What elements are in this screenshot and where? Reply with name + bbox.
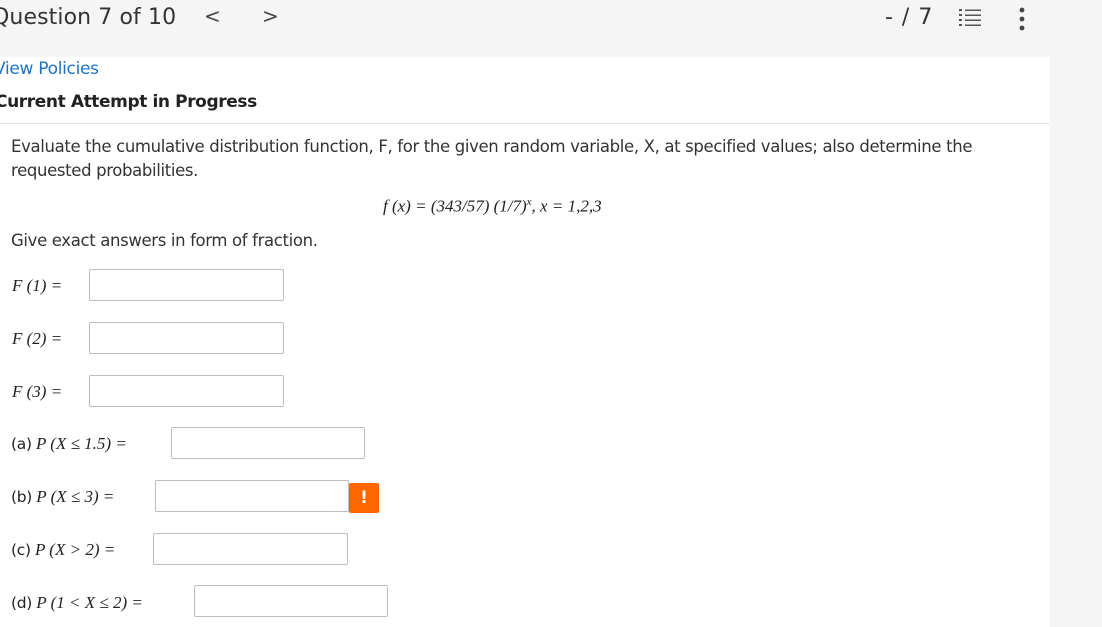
part-label: (d) [11,594,33,612]
answer-expression: P (X > 2) = [34,540,116,559]
answer-expression: P (1 < X ≤ 2) = [36,593,143,612]
answer-expression: P (X ≤ 1.5) = [35,434,127,453]
answer-label-f3: F (3) = [12,382,62,402]
side-gutter [1050,57,1102,627]
warning-icon: ! [349,483,379,513]
answer-input-f2[interactable] [89,322,284,354]
answer-label-f2: F (2) = [12,329,62,349]
answer-input-c[interactable] [153,533,348,565]
part-label: (b) [11,488,33,506]
answer-label-c: (c) P (X > 2) = [11,540,115,560]
question-prompt: Evaluate the cumulative distribution fun… [11,137,973,180]
pmf-formula: f (x) = (343/57) (1/7)x, x = 1,2,3 [383,196,602,217]
answer-label-f1: F (1) = [12,276,62,296]
answer-input-f1[interactable] [89,269,284,301]
formula-lhs: f (x) = (343/57) (1/7) [383,196,527,216]
answer-input-d[interactable] [194,585,388,617]
answer-expression: F (1) = [12,276,63,295]
previous-question-button[interactable]: < [204,4,221,28]
part-label: (c) [11,541,31,559]
list-icon[interactable] [958,8,982,30]
score-display: - / 7 [885,5,934,30]
answer-input-b[interactable] [155,480,349,512]
divider [0,123,1050,124]
part-label: (a) [11,435,32,453]
answer-input-f3[interactable] [89,375,284,407]
answer-label-a: (a) P (X ≤ 1.5) = [11,434,127,454]
answer-expression: P (X ≤ 3) = [36,487,115,506]
answer-label-b: (b) P (X ≤ 3) = [11,487,114,507]
answer-input-a[interactable] [171,427,365,459]
kebab-icon[interactable] [1016,6,1028,32]
formula-rhs: , x = 1,2,3 [531,196,602,216]
question-title: Question 7 of 10 [0,5,177,30]
answer-label-d: (d) P (1 < X ≤ 2) = [11,593,143,613]
view-policies-link[interactable]: View Policies [0,59,99,79]
next-question-button[interactable]: > [262,4,279,28]
instruction-text: Give exact answers in form of fraction. [11,231,318,250]
top-bar: Question 7 of 10 < > - / 7 [0,0,1102,57]
attempt-status: Current Attempt in Progress [0,92,257,112]
answer-expression: F (2) = [12,329,63,348]
answer-expression: F (3) = [12,382,63,401]
